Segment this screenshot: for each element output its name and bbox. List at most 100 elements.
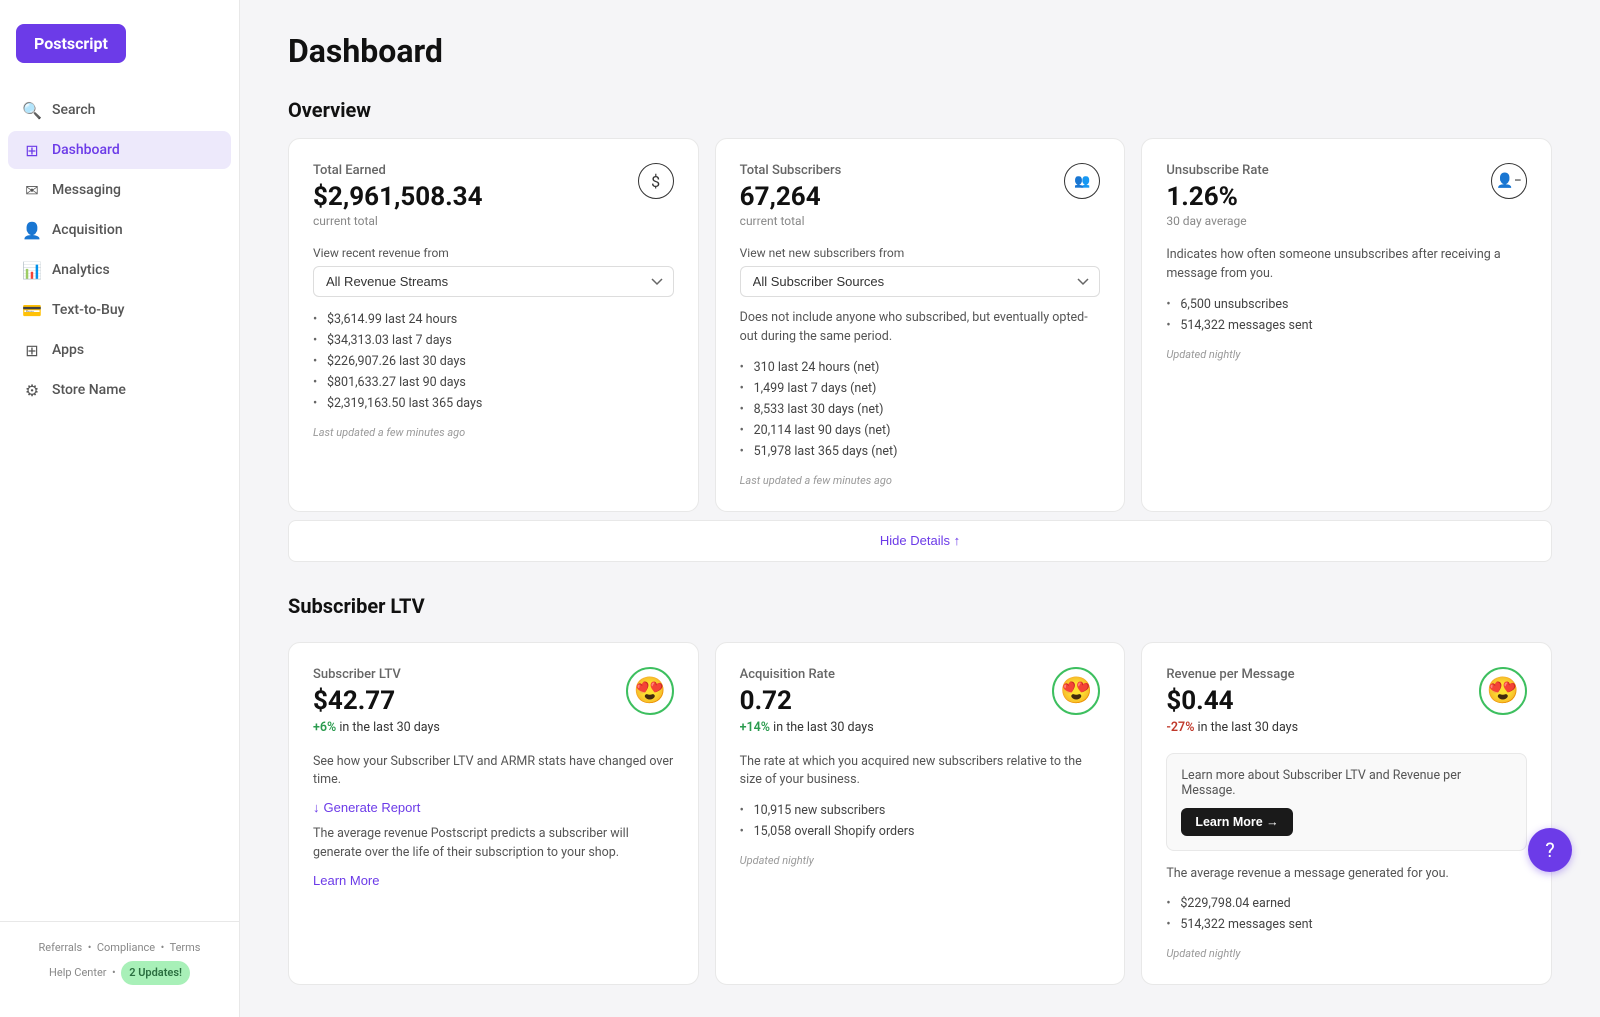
sidebar-item-dashboard[interactable]: ⊞ Dashboard <box>8 131 231 169</box>
subscribers-description: Does not include anyone who subscribed, … <box>740 309 1101 347</box>
acquisition-card-header: Acquisition Rate 0.72 +14% in the last 3… <box>740 667 1101 747</box>
search-icon: 🔍 <box>22 100 42 120</box>
subscribers-footnote: Last updated a few minutes ago <box>740 474 1101 487</box>
rpm-learn-more-label: Learn More → <box>1195 815 1278 829</box>
acquisition-change-suffix: in the last 30 days <box>773 720 874 735</box>
rpm-change: -27% in the last 30 days <box>1166 720 1298 735</box>
total-subscribers-label: Total Subscribers <box>740 163 842 178</box>
sidebar-item-messaging[interactable]: ✉ Messaging <box>8 171 231 209</box>
subscribers-bullets: 310 last 24 hours (net) 1,499 last 7 day… <box>740 357 1101 462</box>
help-center-link[interactable]: Help Center <box>49 966 107 979</box>
subscribers-dropdown-row: View net new subscribers from All Subscr… <box>740 246 1101 297</box>
rpm-change-prefix: -27% <box>1166 720 1194 735</box>
overview-section-title: Overview <box>288 98 1552 122</box>
hide-details-button[interactable]: Hide Details ↑ <box>880 533 960 548</box>
unsubscribe-footnote: Updated nightly <box>1166 348 1527 361</box>
store-icon: ⚙ <box>22 380 42 400</box>
total-earned-value: $2,961,508.34 <box>313 182 483 212</box>
sidebar-item-store-name[interactable]: ⚙ Store Name <box>8 371 231 409</box>
earned-bullet-4: $801,633.27 last 90 days <box>313 372 674 393</box>
acquisition-change: +14% in the last 30 days <box>740 720 874 735</box>
acquisition-icon: 👤 <box>22 220 42 240</box>
ltv-emoji-icon: 😍 <box>626 667 674 715</box>
messaging-icon: ✉ <box>22 180 42 200</box>
help-fab-button[interactable]: ? <box>1528 828 1572 872</box>
sidebar: Postscript 🔍 Search ⊞ Dashboard ✉ Messag… <box>0 0 240 1017</box>
sub-bullet-2: 1,499 last 7 days (net) <box>740 378 1101 399</box>
revenue-streams-dropdown[interactable]: All Revenue Streams <box>313 266 674 297</box>
total-subscribers-sub: current total <box>740 214 842 228</box>
total-earned-bullets: $3,614.99 last 24 hours $34,313.03 last … <box>313 309 674 414</box>
sidebar-item-acquisition-label: Acquisition <box>52 222 123 238</box>
page-title: Dashboard <box>288 32 1552 70</box>
sidebar-nav: 🔍 Search ⊞ Dashboard ✉ Messaging 👤 Acqui… <box>0 91 239 905</box>
acq-bullet-2: 15,058 overall Shopify orders <box>740 821 1101 842</box>
acq-bullet-1: 10,915 new subscribers <box>740 800 1101 821</box>
acquisition-footnote: Updated nightly <box>740 854 1101 867</box>
total-earned-header: Total Earned $2,961,508.34 current total… <box>313 163 674 242</box>
main-content: Dashboard Overview Total Earned $2,961,5… <box>240 0 1600 1017</box>
subscribers-icon: 👥 <box>1064 163 1100 199</box>
earned-bullet-1: $3,614.99 last 24 hours <box>313 309 674 330</box>
sidebar-item-text-to-buy[interactable]: 💳 Text-to-Buy <box>8 291 231 329</box>
sidebar-item-messaging-label: Messaging <box>52 182 121 198</box>
total-earned-label: Total Earned <box>313 163 483 178</box>
rpm-learn-more-box: Learn more about Subscriber LTV and Reve… <box>1166 753 1527 851</box>
earned-bullet-5: $2,319,163.50 last 365 days <box>313 393 674 414</box>
subscriber-ltv-card: Subscriber LTV $42.77 +6% in the last 30… <box>288 642 699 986</box>
sub-bullet-5: 51,978 last 365 days (net) <box>740 441 1101 462</box>
ltv-change-suffix: in the last 30 days <box>339 720 440 735</box>
rpm-learn-more-button[interactable]: Learn More → <box>1181 808 1292 836</box>
rpm-footnote: Updated nightly <box>1166 947 1527 960</box>
sidebar-item-acquisition[interactable]: 👤 Acquisition <box>8 211 231 249</box>
unsubscribe-bullets: 6,500 unsubscribes 514,322 messages sent <box>1166 294 1527 336</box>
footer-compliance[interactable]: Compliance <box>97 941 155 954</box>
updates-badge[interactable]: 2 Updates! <box>121 961 190 985</box>
sidebar-item-apps-label: Apps <box>52 342 84 358</box>
unsubscribe-rate-card: Unsubscribe Rate 1.26% 30 day average 👤−… <box>1141 138 1552 512</box>
generate-report-button[interactable]: ↓ Generate Report <box>313 800 420 815</box>
ltv-value: $42.77 <box>313 686 440 716</box>
unsubscribe-rate-sub: 30 day average <box>1166 214 1268 228</box>
ltv-learn-more-button[interactable]: Learn More <box>313 873 379 888</box>
unsub-bullet-2: 514,322 messages sent <box>1166 315 1527 336</box>
revenue-dropdown-row: View recent revenue from All Revenue Str… <box>313 246 674 297</box>
help-icon: ? <box>1545 838 1554 862</box>
ltv-card-header: Subscriber LTV $42.77 +6% in the last 30… <box>313 667 674 747</box>
footer-referrals[interactable]: Referrals <box>39 941 83 954</box>
logo-text[interactable]: Postscript <box>16 24 126 63</box>
sidebar-logo: Postscript <box>16 24 223 63</box>
acquisition-change-prefix: +14% <box>740 720 770 735</box>
sidebar-item-store-name-label: Store Name <box>52 382 126 398</box>
sidebar-item-apps[interactable]: ⊞ Apps <box>8 331 231 369</box>
acquisition-label: Acquisition Rate <box>740 667 874 682</box>
sidebar-item-search[interactable]: 🔍 Search <box>8 91 231 129</box>
overview-cards: Total Earned $2,961,508.34 current total… <box>288 138 1552 512</box>
acquisition-value: 0.72 <box>740 686 874 716</box>
footer-terms[interactable]: Terms <box>170 941 201 954</box>
dashboard-icon: ⊞ <box>22 140 42 160</box>
rpm-bullet-2: 514,322 messages sent <box>1166 914 1527 935</box>
acquisition-text1: The rate at which you acquired new subsc… <box>740 753 1101 791</box>
unsubscribe-icon: 👤− <box>1491 163 1527 199</box>
rpm-label: Revenue per Message <box>1166 667 1298 682</box>
unsubscribe-description: Indicates how often someone unsubscribes… <box>1166 246 1527 284</box>
ltv-change: +6% in the last 30 days <box>313 720 440 735</box>
analytics-icon: 📊 <box>22 260 42 280</box>
hide-details-bar: Hide Details ↑ <box>288 520 1552 562</box>
subscriber-sources-dropdown[interactable]: All Subscriber Sources <box>740 266 1101 297</box>
text-to-buy-icon: 💳 <box>22 300 42 320</box>
total-earned-sub: current total <box>313 214 483 228</box>
unsubscribe-rate-value: 1.26% <box>1166 182 1268 212</box>
sidebar-item-analytics[interactable]: 📊 Analytics <box>8 251 231 289</box>
total-earned-footnote: Last updated a few minutes ago <box>313 426 674 439</box>
unsub-bullet-1: 6,500 unsubscribes <box>1166 294 1527 315</box>
acquisition-emoji-icon: 😍 <box>1052 667 1100 715</box>
unsubscribe-rate-label: Unsubscribe Rate <box>1166 163 1268 178</box>
sidebar-item-analytics-label: Analytics <box>52 262 110 278</box>
rpm-change-suffix: in the last 30 days <box>1198 720 1299 735</box>
sub-bullet-4: 20,114 last 90 days (net) <box>740 420 1101 441</box>
ltv-label: Subscriber LTV <box>313 667 440 682</box>
generate-report-label: Generate Report <box>324 800 421 815</box>
revenue-per-message-card: Revenue per Message $0.44 -27% in the la… <box>1141 642 1552 986</box>
